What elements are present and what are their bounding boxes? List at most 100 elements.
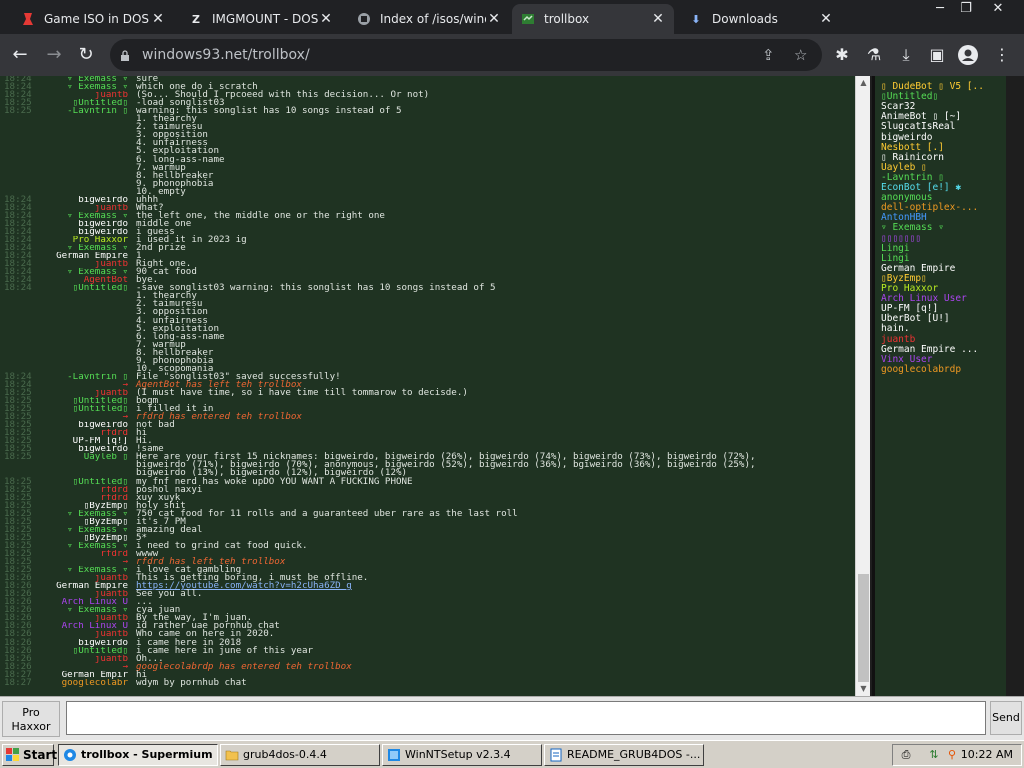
message-nick[interactable]: ▿ Exemass ▿ <box>36 526 128 534</box>
message-nick[interactable]: juantb <box>36 260 128 268</box>
message-nick[interactable]: ▯Untitled▯ <box>36 284 128 292</box>
user-list-item[interactable]: SlugcatIsReal <box>881 122 955 132</box>
message-nick[interactable]: ▯Untitled▯ <box>36 647 128 655</box>
message-nick[interactable]: bigweirdo <box>36 445 128 453</box>
message-nick[interactable]: googlecolabr <box>36 679 128 687</box>
message-nick[interactable]: ▯Untitled▯ <box>36 478 128 486</box>
message-nick[interactable]: bigweirdo <box>36 421 128 429</box>
message-nick[interactable]: German Empire <box>36 582 128 590</box>
user-list-item[interactable]: bigweirdo <box>881 132 932 143</box>
message-nick[interactable]: ▯Untitled▯ <box>36 99 128 107</box>
message-nick[interactable]: bigweirdo <box>36 228 128 236</box>
message-nick[interactable]: juantb <box>36 91 128 99</box>
message-nick[interactable]: bigweirdo <box>36 639 128 647</box>
restore-icon[interactable]: ❐ <box>952 0 980 18</box>
message-nick[interactable]: ▿ Exemass ▿ <box>36 76 128 83</box>
taskbar-item-grub4dos[interactable]: grub4dos-0.4.4 <box>220 744 380 766</box>
message-nick[interactable]: ▿ Exemass ▿ <box>36 566 128 574</box>
scroll-down-icon[interactable]: ▼ <box>856 682 871 696</box>
message-nick[interactable]: rfdrd <box>36 550 128 558</box>
message-nick[interactable]: ▯Untitled▯ <box>36 405 128 413</box>
user-list-item[interactable]: ▿ Exemass ▿ <box>881 223 944 233</box>
close-window-icon[interactable]: ✕ <box>984 0 1012 18</box>
side-panel-icon[interactable]: ▣ <box>927 45 947 65</box>
message-nick[interactable]: German Empir <box>36 671 128 679</box>
tab-dosbox[interactable]: Game ISO in DOSBo ✕ <box>12 4 174 34</box>
message-nick[interactable]: ▿ Exemass ▿ <box>36 212 128 220</box>
search-icon[interactable]: ⚲ <box>945 748 959 762</box>
message-nick[interactable]: bigweirdo <box>36 196 128 204</box>
lock-icon[interactable] <box>120 39 130 71</box>
forward-icon[interactable]: → <box>42 43 66 67</box>
message-nick[interactable]: bigweirdo <box>36 220 128 228</box>
lab-flask-icon[interactable]: ⚗ <box>864 45 884 65</box>
reload-icon[interactable]: ↻ <box>74 43 98 67</box>
message-nick[interactable]: juantb <box>36 614 128 622</box>
close-tab-icon[interactable]: ✕ <box>650 11 666 27</box>
profile-avatar-icon[interactable] <box>958 45 978 65</box>
message-nick[interactable]: rfdrd <box>36 494 128 502</box>
taskbar-item-readme[interactable]: README_GRUB4DOS -... <box>544 744 704 766</box>
user-list-item[interactable]: juantb <box>881 334 915 345</box>
taskbar-item-trollbox[interactable]: trollbox - Supermium <box>58 744 218 766</box>
message-nick[interactable]: → <box>36 558 128 566</box>
minimize-icon[interactable]: ─ <box>926 0 954 18</box>
message-nick[interactable]: ▿ Exemass ▿ <box>36 268 128 276</box>
message-nick[interactable]: → <box>36 381 128 389</box>
start-button[interactable]: Start <box>2 744 57 766</box>
message-nick[interactable]: -Lavntrin ▯ <box>36 107 128 115</box>
message-nick[interactable]: rfdrd <box>36 486 128 494</box>
tab-trollbox[interactable]: trollbox ✕ <box>512 4 674 34</box>
message-nick[interactable]: Arch Linux U <box>36 622 128 630</box>
downloads-icon[interactable]: ⤓ <box>896 45 916 65</box>
message-nick[interactable]: → <box>36 663 128 671</box>
close-tab-icon[interactable]: ✕ <box>318 11 334 27</box>
message-nick[interactable]: ▯ByzEmp▯ <box>36 502 128 510</box>
chat-scrollbar[interactable]: ▲ ▼ <box>855 76 870 696</box>
menu-kebab-icon[interactable]: ⋮ <box>992 45 1012 65</box>
message-nick[interactable]: ▯ByzEmp▯ <box>36 518 128 526</box>
message-nick[interactable]: AgentBot <box>36 276 128 284</box>
message-nick[interactable]: juantb <box>36 655 128 663</box>
send-button[interactable]: Send <box>990 701 1022 735</box>
extensions-icon[interactable]: ✱ <box>832 45 852 65</box>
message-nick[interactable]: ▯Untitled▯ <box>36 397 128 405</box>
message-nick[interactable]: juantb <box>36 204 128 212</box>
message-nick[interactable]: juantb <box>36 574 128 582</box>
message-nick[interactable]: ▯ByzEmp▯ <box>36 534 128 542</box>
close-tab-icon[interactable]: ✕ <box>486 11 502 27</box>
scroll-up-icon[interactable]: ▲ <box>856 76 871 90</box>
message-nick[interactable]: ▿ Exemass ▿ <box>36 510 128 518</box>
taskbar-item-winntsetup[interactable]: WinNTSetup v2.3.4 <box>382 744 542 766</box>
message-nick[interactable]: juantb <box>36 389 128 397</box>
tab-imgmount[interactable]: Z IMGMOUNT - DOSB ✕ <box>180 4 342 34</box>
user-list-item[interactable]: hain. <box>881 324 910 334</box>
close-tab-icon[interactable]: ✕ <box>818 11 834 27</box>
message-nick[interactable]: ▿ Exemass ▿ <box>36 542 128 550</box>
printer-icon[interactable]: ⎙ <box>899 748 913 762</box>
message-nick[interactable]: ▿ Exemass ▿ <box>36 606 128 614</box>
nickname-button[interactable]: Pro Haxxor <box>2 701 60 737</box>
back-icon[interactable]: ← <box>8 43 32 67</box>
user-list-item[interactable]: googlecolabrdp <box>881 364 961 375</box>
message-nick[interactable]: ▿ Exemass ▿ <box>36 244 128 252</box>
message-nick[interactable]: ▿ Exemass ▿ <box>36 83 128 91</box>
message-nick[interactable]: juantb <box>36 590 128 598</box>
message-nick[interactable]: → <box>36 413 128 421</box>
message-nick[interactable]: Uayleb ▯ <box>36 453 128 461</box>
address-bar[interactable]: windows93.net/trollbox/ ⇪ ☆ <box>110 39 822 71</box>
tab-downloads[interactable]: ⬇ Downloads ✕ <box>680 4 842 34</box>
bookmark-star-icon[interactable]: ☆ <box>794 39 807 71</box>
user-list-item[interactable]: ▯▯▯▯▯▯▯ <box>881 233 921 244</box>
network-icon[interactable]: ⇅ <box>927 748 941 762</box>
chat-log[interactable]: 18:24 ▿ Exemass ▿ sure 18:24 ▿ Exemass ▿ whic… <box>0 76 855 696</box>
scrollbar-thumb[interactable] <box>858 574 869 682</box>
message-nick[interactable]: Arch Linux U <box>36 598 128 606</box>
message-nick[interactable]: UP-FM [q!] <box>36 437 128 445</box>
tab-index-isos[interactable]: Index of /isos/windo ✕ <box>348 4 510 34</box>
message-nick[interactable]: rfdrd <box>36 429 128 437</box>
message-nick[interactable]: juantb <box>36 630 128 638</box>
message-nick[interactable]: German Empire <box>36 252 128 260</box>
share-icon[interactable]: ⇪ <box>762 39 775 71</box>
message-input[interactable] <box>66 701 986 735</box>
